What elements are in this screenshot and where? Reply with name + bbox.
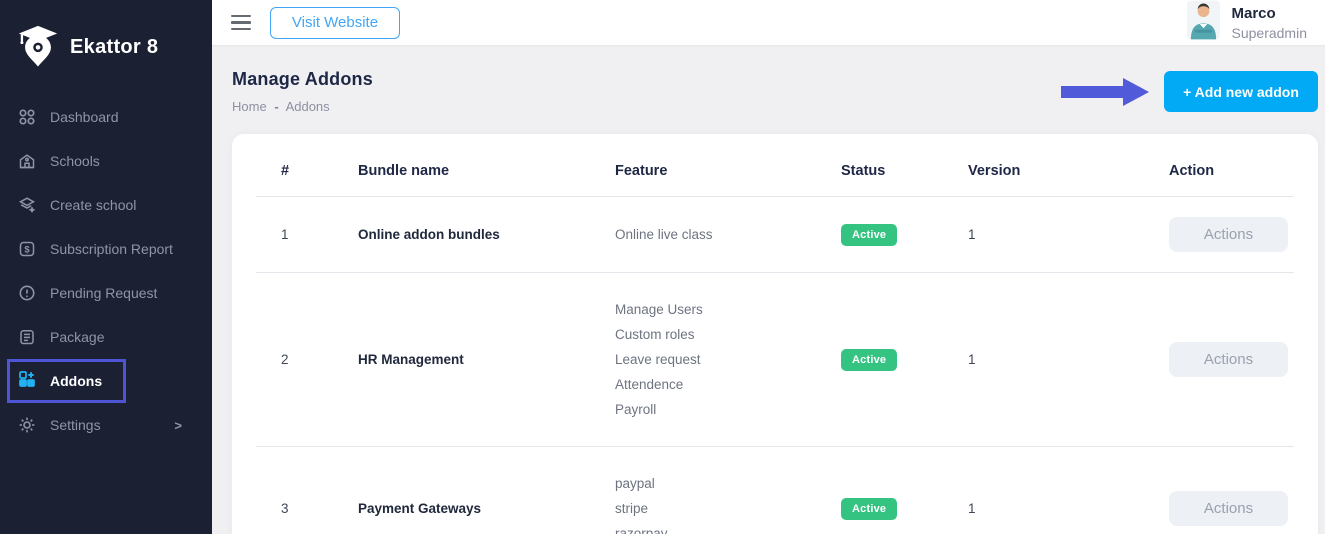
action-cell: Actions bbox=[1169, 342, 1294, 377]
breadcrumb-separator: - bbox=[274, 99, 278, 114]
action-cell: Actions bbox=[1169, 491, 1294, 526]
feature-item: razorpay bbox=[615, 521, 841, 534]
actions-button[interactable]: Actions bbox=[1169, 217, 1288, 252]
row-number: 3 bbox=[281, 501, 358, 516]
page-header-right: + Add new addon bbox=[1061, 71, 1318, 112]
col-header-action: Action bbox=[1169, 163, 1294, 179]
add-new-addon-button[interactable]: + Add new addon bbox=[1164, 71, 1318, 112]
sidebar-item-label: Addons bbox=[50, 373, 102, 389]
sidebar: Ekattor 8 Dashboard bbox=[0, 0, 212, 534]
feature-item: paypal bbox=[615, 471, 841, 496]
annotation-arrow-icon bbox=[1061, 78, 1149, 106]
table-row: 3 Payment Gateways paypal stripe razorpa… bbox=[256, 447, 1294, 534]
user-info: Marco Superadmin bbox=[1232, 5, 1308, 41]
col-header-bundle-name: Bundle name bbox=[358, 163, 615, 179]
addons-table-card: # Bundle name Feature Status Version Act… bbox=[232, 134, 1318, 534]
bundle-name: Payment Gateways bbox=[358, 501, 615, 516]
sidebar-item-label: Create school bbox=[50, 197, 136, 213]
svg-text:$: $ bbox=[24, 245, 30, 256]
page-title: Manage Addons bbox=[232, 69, 373, 89]
breadcrumb: Home - Addons bbox=[232, 99, 373, 115]
layers-plus-icon bbox=[18, 196, 36, 214]
status-cell: Active bbox=[841, 349, 968, 371]
addons-grid-plus-icon bbox=[18, 370, 36, 393]
col-header-number: # bbox=[281, 163, 358, 179]
sidebar-item-label: Dashboard bbox=[50, 109, 119, 125]
actions-button[interactable]: Actions bbox=[1169, 342, 1288, 377]
version-value: 1 bbox=[968, 227, 1169, 242]
sidebar-item-schools[interactable]: Schools bbox=[0, 139, 212, 183]
sidebar-item-package[interactable]: Package bbox=[0, 315, 212, 359]
user-menu[interactable]: Marco Superadmin bbox=[1187, 0, 1308, 45]
sidebar-nav: Dashboard Schools bbox=[0, 95, 212, 447]
hamburger-menu-icon[interactable] bbox=[231, 15, 251, 31]
row-number: 2 bbox=[281, 352, 358, 367]
graduation-pin-logo-icon bbox=[16, 22, 60, 73]
feature-item: Custom roles bbox=[615, 322, 841, 347]
feature-list: paypal stripe razorpay bbox=[615, 471, 841, 534]
gear-icon bbox=[18, 416, 36, 434]
sidebar-item-label: Subscription Report bbox=[50, 241, 173, 257]
table-row: 2 HR Management Manage Users Custom role… bbox=[256, 273, 1294, 447]
status-badge: Active bbox=[841, 224, 897, 246]
bundle-name: Online addon bundles bbox=[358, 227, 615, 242]
topbar: Visit Website Marco Superadmin bbox=[212, 0, 1325, 45]
table-row: 1 Online addon bundles Online live class… bbox=[256, 197, 1294, 273]
school-building-icon bbox=[18, 152, 36, 170]
bundle-name: HR Management bbox=[358, 352, 615, 367]
sidebar-item-settings[interactable]: Settings > bbox=[0, 403, 212, 447]
version-value: 1 bbox=[968, 352, 1169, 367]
feature-list: Manage Users Custom roles Leave request … bbox=[615, 297, 841, 422]
status-badge: Active bbox=[841, 349, 897, 371]
feature-item: Online live class bbox=[615, 222, 841, 247]
user-name: Marco bbox=[1232, 5, 1308, 22]
main-area: Visit Website Marco Superadmin bbox=[212, 0, 1325, 534]
app-logo: Ekattor 8 bbox=[0, 0, 212, 95]
feature-item: Leave request bbox=[615, 347, 841, 372]
breadcrumb-current: Addons bbox=[286, 99, 330, 114]
dollar-report-icon: $ bbox=[18, 240, 36, 258]
visit-website-button[interactable]: Visit Website bbox=[270, 7, 400, 39]
app-window: Ekattor 8 Dashboard bbox=[0, 0, 1325, 534]
row-number: 1 bbox=[281, 227, 358, 242]
feature-list: Online live class bbox=[615, 222, 841, 247]
avatar bbox=[1187, 0, 1220, 45]
dashboard-grid-icon bbox=[18, 108, 36, 126]
sidebar-item-dashboard[interactable]: Dashboard bbox=[0, 95, 212, 139]
feature-item: Manage Users bbox=[615, 297, 841, 322]
status-cell: Active bbox=[841, 224, 968, 246]
version-value: 1 bbox=[968, 501, 1169, 516]
status-badge: Active bbox=[841, 498, 897, 520]
sidebar-item-addons[interactable]: Addons bbox=[7, 359, 126, 403]
chevron-right-icon: > bbox=[174, 418, 182, 433]
actions-button[interactable]: Actions bbox=[1169, 491, 1288, 526]
col-header-feature: Feature bbox=[615, 163, 841, 179]
col-header-version: Version bbox=[968, 163, 1169, 179]
page-header: Manage Addons Home - Addons + Add new ad… bbox=[232, 69, 1318, 115]
page-header-left: Manage Addons Home - Addons bbox=[232, 69, 373, 115]
table-header-row: # Bundle name Feature Status Version Act… bbox=[256, 134, 1294, 197]
sidebar-item-subscription-report[interactable]: $ Subscription Report bbox=[0, 227, 212, 271]
page-content: Manage Addons Home - Addons + Add new ad… bbox=[212, 45, 1325, 534]
sidebar-item-label: Settings bbox=[50, 417, 101, 433]
action-cell: Actions bbox=[1169, 217, 1294, 252]
alert-circle-icon bbox=[18, 284, 36, 302]
status-cell: Active bbox=[841, 498, 968, 520]
breadcrumb-home[interactable]: Home bbox=[232, 99, 267, 114]
feature-item: Attendence bbox=[615, 372, 841, 397]
sidebar-item-pending-request[interactable]: Pending Request bbox=[0, 271, 212, 315]
feature-item: Payroll bbox=[615, 397, 841, 422]
package-notes-icon bbox=[18, 328, 36, 346]
app-title: Ekattor 8 bbox=[70, 36, 158, 59]
feature-item: stripe bbox=[615, 496, 841, 521]
sidebar-item-create-school[interactable]: Create school bbox=[0, 183, 212, 227]
col-header-status: Status bbox=[841, 163, 968, 179]
user-role: Superadmin bbox=[1232, 25, 1308, 41]
sidebar-item-addons-wrap: Addons bbox=[0, 359, 212, 403]
sidebar-item-label: Pending Request bbox=[50, 285, 157, 301]
sidebar-item-label: Package bbox=[50, 329, 104, 345]
sidebar-item-label: Schools bbox=[50, 153, 100, 169]
